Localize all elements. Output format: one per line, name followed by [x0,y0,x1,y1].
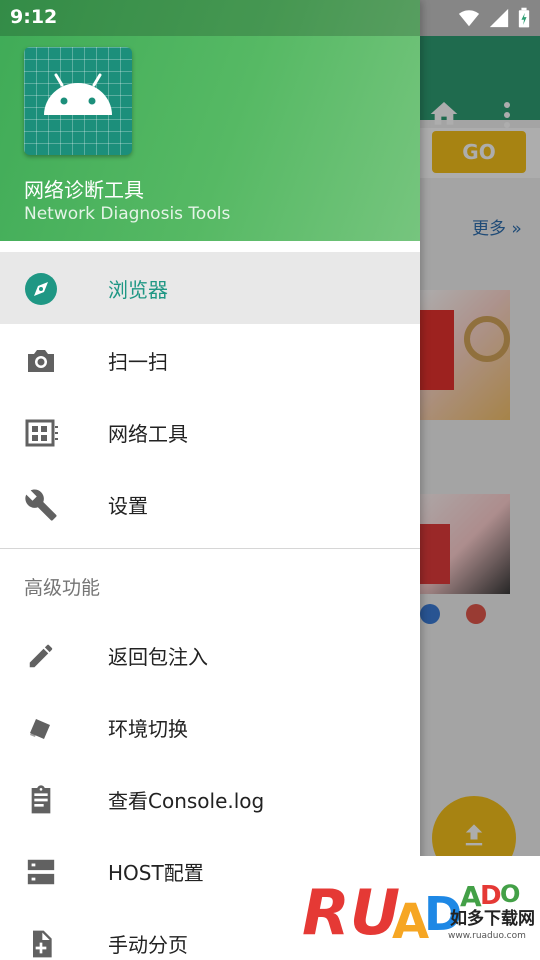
menu-item-label: 浏览器 [108,277,168,302]
compass-icon [24,272,58,306]
menu-item-label: 设置 [108,493,148,518]
menu-item-network-tools[interactable]: 网络工具 [0,396,420,468]
menu-item-console-log[interactable]: 查看Console.log [0,763,420,835]
menu-item-label: 环境切换 [108,716,188,741]
navigation-drawer: 网络诊断工具 Network Diagnosis Tools 浏览器 扫一扫 网… [0,0,420,960]
swatches-icon [24,711,58,745]
menu-item-label: 网络工具 [108,421,188,446]
menu-item-label: 查看Console.log [108,788,265,813]
section-header: 高级功能 [0,549,420,619]
menu-item-scan[interactable]: 扫一扫 [0,324,420,396]
svg-text:O: O [500,880,520,908]
menu-item-label: 返回包注入 [108,644,208,669]
menu-item-settings[interactable]: 设置 [0,468,420,540]
app-logo [24,47,132,155]
status-time: 9:12 [10,6,58,28]
drawer-menu: 浏览器 扫一扫 网络工具 设置 高级功能 返回包注入 环境切换 查看Consol… [0,252,420,960]
menu-item-environment-switch[interactable]: 环境切换 [0,691,420,763]
dashboard-icon [24,416,58,450]
svg-text:如多下载网: 如多下载网 [450,908,535,929]
svg-text:D: D [480,881,502,911]
menu-item-browser[interactable]: 浏览器 [0,252,420,324]
drawer-header: 网络诊断工具 Network Diagnosis Tools [0,0,420,241]
app-name-english: Network Diagnosis Tools [24,204,231,224]
storage-icon [24,855,58,889]
menu-item-label: 扫一扫 [108,349,168,374]
menu-item-label: 手动分页 [108,932,188,957]
camera-icon [24,344,58,378]
wrench-icon [24,488,58,522]
file-add-icon [24,927,58,960]
status-bar: 9:12 [0,0,540,36]
watermark-logo: RU A D A D O 如多下载网 www.ruaduo.com [300,856,540,960]
pencil-icon [24,639,58,673]
clipboard-icon [24,783,58,817]
battery-icon [518,7,530,28]
ruandao-logo: RU A D A D O 如多下载网 www.ruaduo.com [302,876,535,950]
menu-item-response-injection[interactable]: 返回包注入 [0,619,420,691]
svg-text:RU: RU [302,876,400,949]
signal-icon [489,8,509,28]
android-icon [44,73,112,115]
wifi-icon [458,10,480,27]
app-name: 网络诊断工具 [24,178,144,202]
section-title: 高级功能 [24,577,101,599]
menu-item-label: HOST配置 [108,860,204,885]
svg-text:www.ruaduo.com: www.ruaduo.com [448,931,526,941]
